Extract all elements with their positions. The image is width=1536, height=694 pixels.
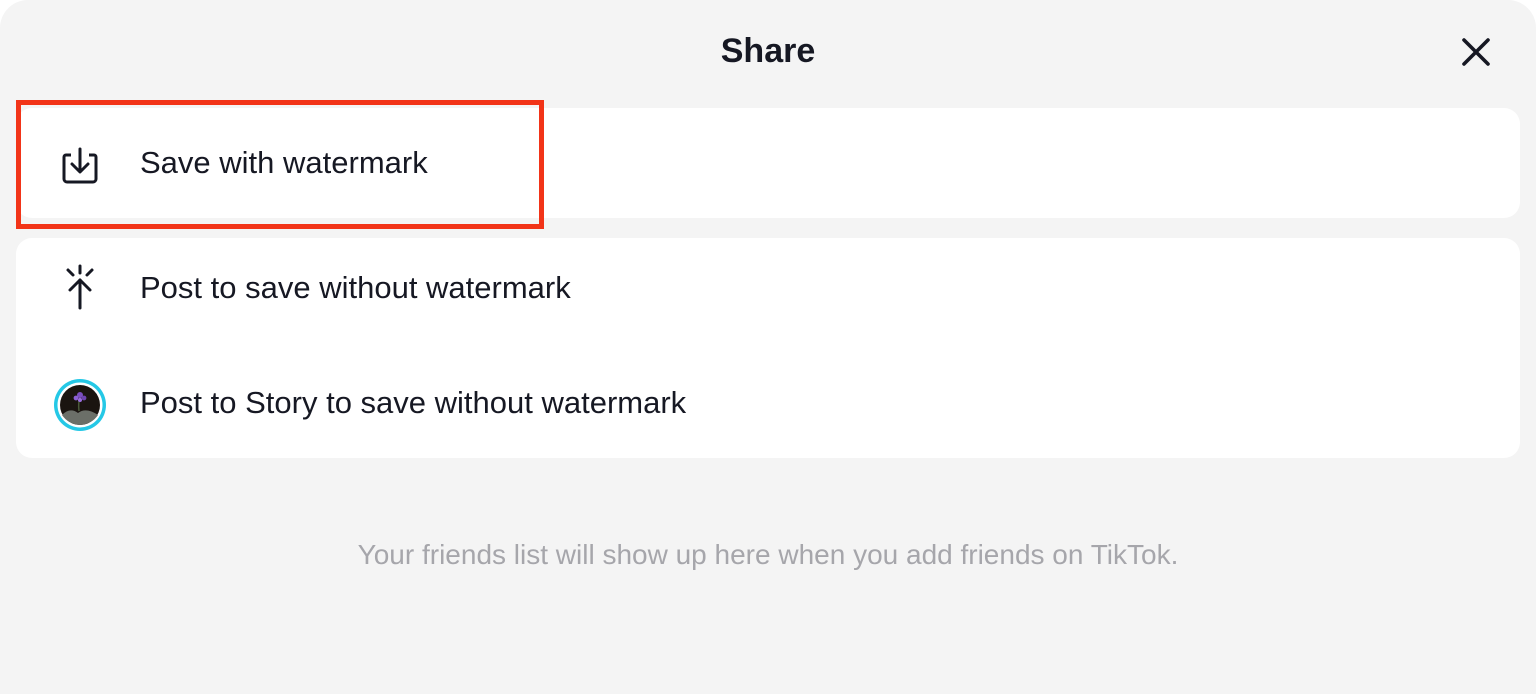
close-icon [1462, 38, 1490, 66]
download-icon [52, 137, 108, 193]
friends-empty-message: Your friends list will show up here when… [357, 539, 1179, 570]
close-button[interactable] [1454, 30, 1498, 74]
sparkle-arrow-icon [52, 260, 108, 316]
share-sheet: Share Save with watermark Post to save w… [0, 0, 1536, 694]
sheet-title: Share [720, 32, 816, 70]
story-without-watermark-option[interactable]: Post to Story to save without watermark [16, 348, 1520, 458]
story-avatar-icon [52, 377, 108, 433]
save-with-watermark-option[interactable]: Save with watermark [16, 108, 1520, 218]
story-without-watermark-label: Post to Story to save without watermark [140, 385, 687, 420]
post-without-watermark-option[interactable]: Post to save without watermark [16, 238, 1520, 338]
save-options-card: Save with watermark [16, 108, 1520, 218]
post-options-card: Post to save without watermark Post to S… [16, 238, 1520, 458]
post-without-watermark-label: Post to save without watermark [140, 270, 571, 305]
save-with-watermark-label: Save with watermark [140, 145, 428, 180]
